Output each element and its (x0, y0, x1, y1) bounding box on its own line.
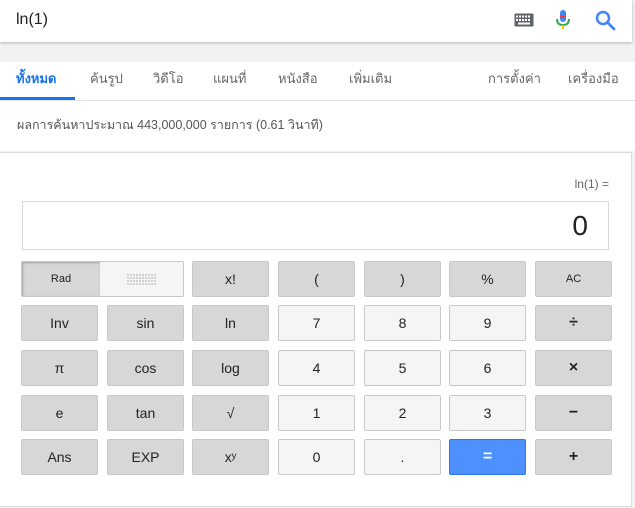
sin-button[interactable]: sin (107, 305, 184, 341)
keyboard-icon[interactable] (514, 13, 534, 27)
result-stats: ผลการค้นหาประมาณ 443,000,000 รายการ (0.6… (17, 118, 323, 132)
calculator-expression: ln(1) = (574, 177, 609, 191)
inv-button[interactable]: Inv (21, 305, 98, 341)
three-button[interactable]: 3 (449, 395, 526, 431)
exp-button[interactable]: EXP (107, 439, 184, 475)
six-button[interactable]: 6 (449, 350, 526, 386)
calculator-card: ln(1) = 0 Rad x! ( ) % AC Inv sin ln 7 8… (0, 152, 632, 507)
zero-button[interactable]: 0 (278, 439, 355, 475)
dots-pattern-icon (127, 273, 156, 285)
search-icon[interactable] (594, 9, 616, 31)
open-paren-button[interactable]: ( (278, 261, 355, 297)
cos-button[interactable]: cos (107, 350, 184, 386)
tab-settings[interactable]: การตั้งค่า (488, 68, 541, 89)
results-area: ผลการค้นหาประมาณ 443,000,000 รายการ (0.6… (0, 101, 635, 151)
divide-button[interactable]: ÷ (535, 305, 612, 341)
calculator-display: 0 (22, 201, 609, 250)
search-bar: ln(1) (0, 0, 632, 42)
minus-button[interactable]: − (535, 395, 612, 431)
search-tabs: ทั้งหมด ค้นรูป วิดีโอ แผนที่ หนังสือ เพิ… (0, 62, 635, 102)
decimal-button[interactable]: . (364, 439, 441, 475)
eight-button[interactable]: 8 (364, 305, 441, 341)
e-button[interactable]: e (21, 395, 98, 431)
tab-videos[interactable]: วิดีโอ (153, 68, 184, 89)
seven-button[interactable]: 7 (278, 305, 355, 341)
plus-button[interactable]: + (535, 439, 612, 475)
deg-button[interactable] (100, 262, 183, 296)
four-button[interactable]: 4 (278, 350, 355, 386)
percent-button[interactable]: % (449, 261, 526, 297)
ans-button[interactable]: Ans (21, 439, 98, 475)
equals-button[interactable]: = (449, 439, 526, 475)
tan-button[interactable]: tan (107, 395, 184, 431)
clear-button[interactable]: AC (535, 261, 612, 297)
tab-maps[interactable]: แผนที่ (213, 68, 246, 89)
five-button[interactable]: 5 (364, 350, 441, 386)
ln-button[interactable]: ln (192, 305, 269, 341)
factorial-button[interactable]: x! (192, 261, 269, 297)
tab-images[interactable]: ค้นรูป (90, 68, 123, 89)
angle-mode-toggle: Rad (21, 261, 184, 297)
close-paren-button[interactable]: ) (364, 261, 441, 297)
two-button[interactable]: 2 (364, 395, 441, 431)
one-button[interactable]: 1 (278, 395, 355, 431)
multiply-button[interactable]: × (535, 350, 612, 386)
pi-button[interactable]: π (21, 350, 98, 386)
sqrt-button[interactable]: √ (192, 395, 269, 431)
tab-tools[interactable]: เครื่องมือ (568, 68, 619, 89)
rad-button[interactable]: Rad (22, 262, 100, 296)
search-input[interactable]: ln(1) (16, 11, 48, 29)
log-button[interactable]: log (192, 350, 269, 386)
nine-button[interactable]: 9 (449, 305, 526, 341)
tab-books[interactable]: หนังสือ (278, 68, 318, 89)
power-button[interactable]: xʸ (192, 439, 269, 475)
microphone-icon[interactable] (555, 9, 571, 31)
calculator-result: 0 (572, 210, 588, 241)
tab-all[interactable]: ทั้งหมด (16, 68, 57, 89)
tab-more[interactable]: เพิ่มเติม (349, 68, 392, 89)
